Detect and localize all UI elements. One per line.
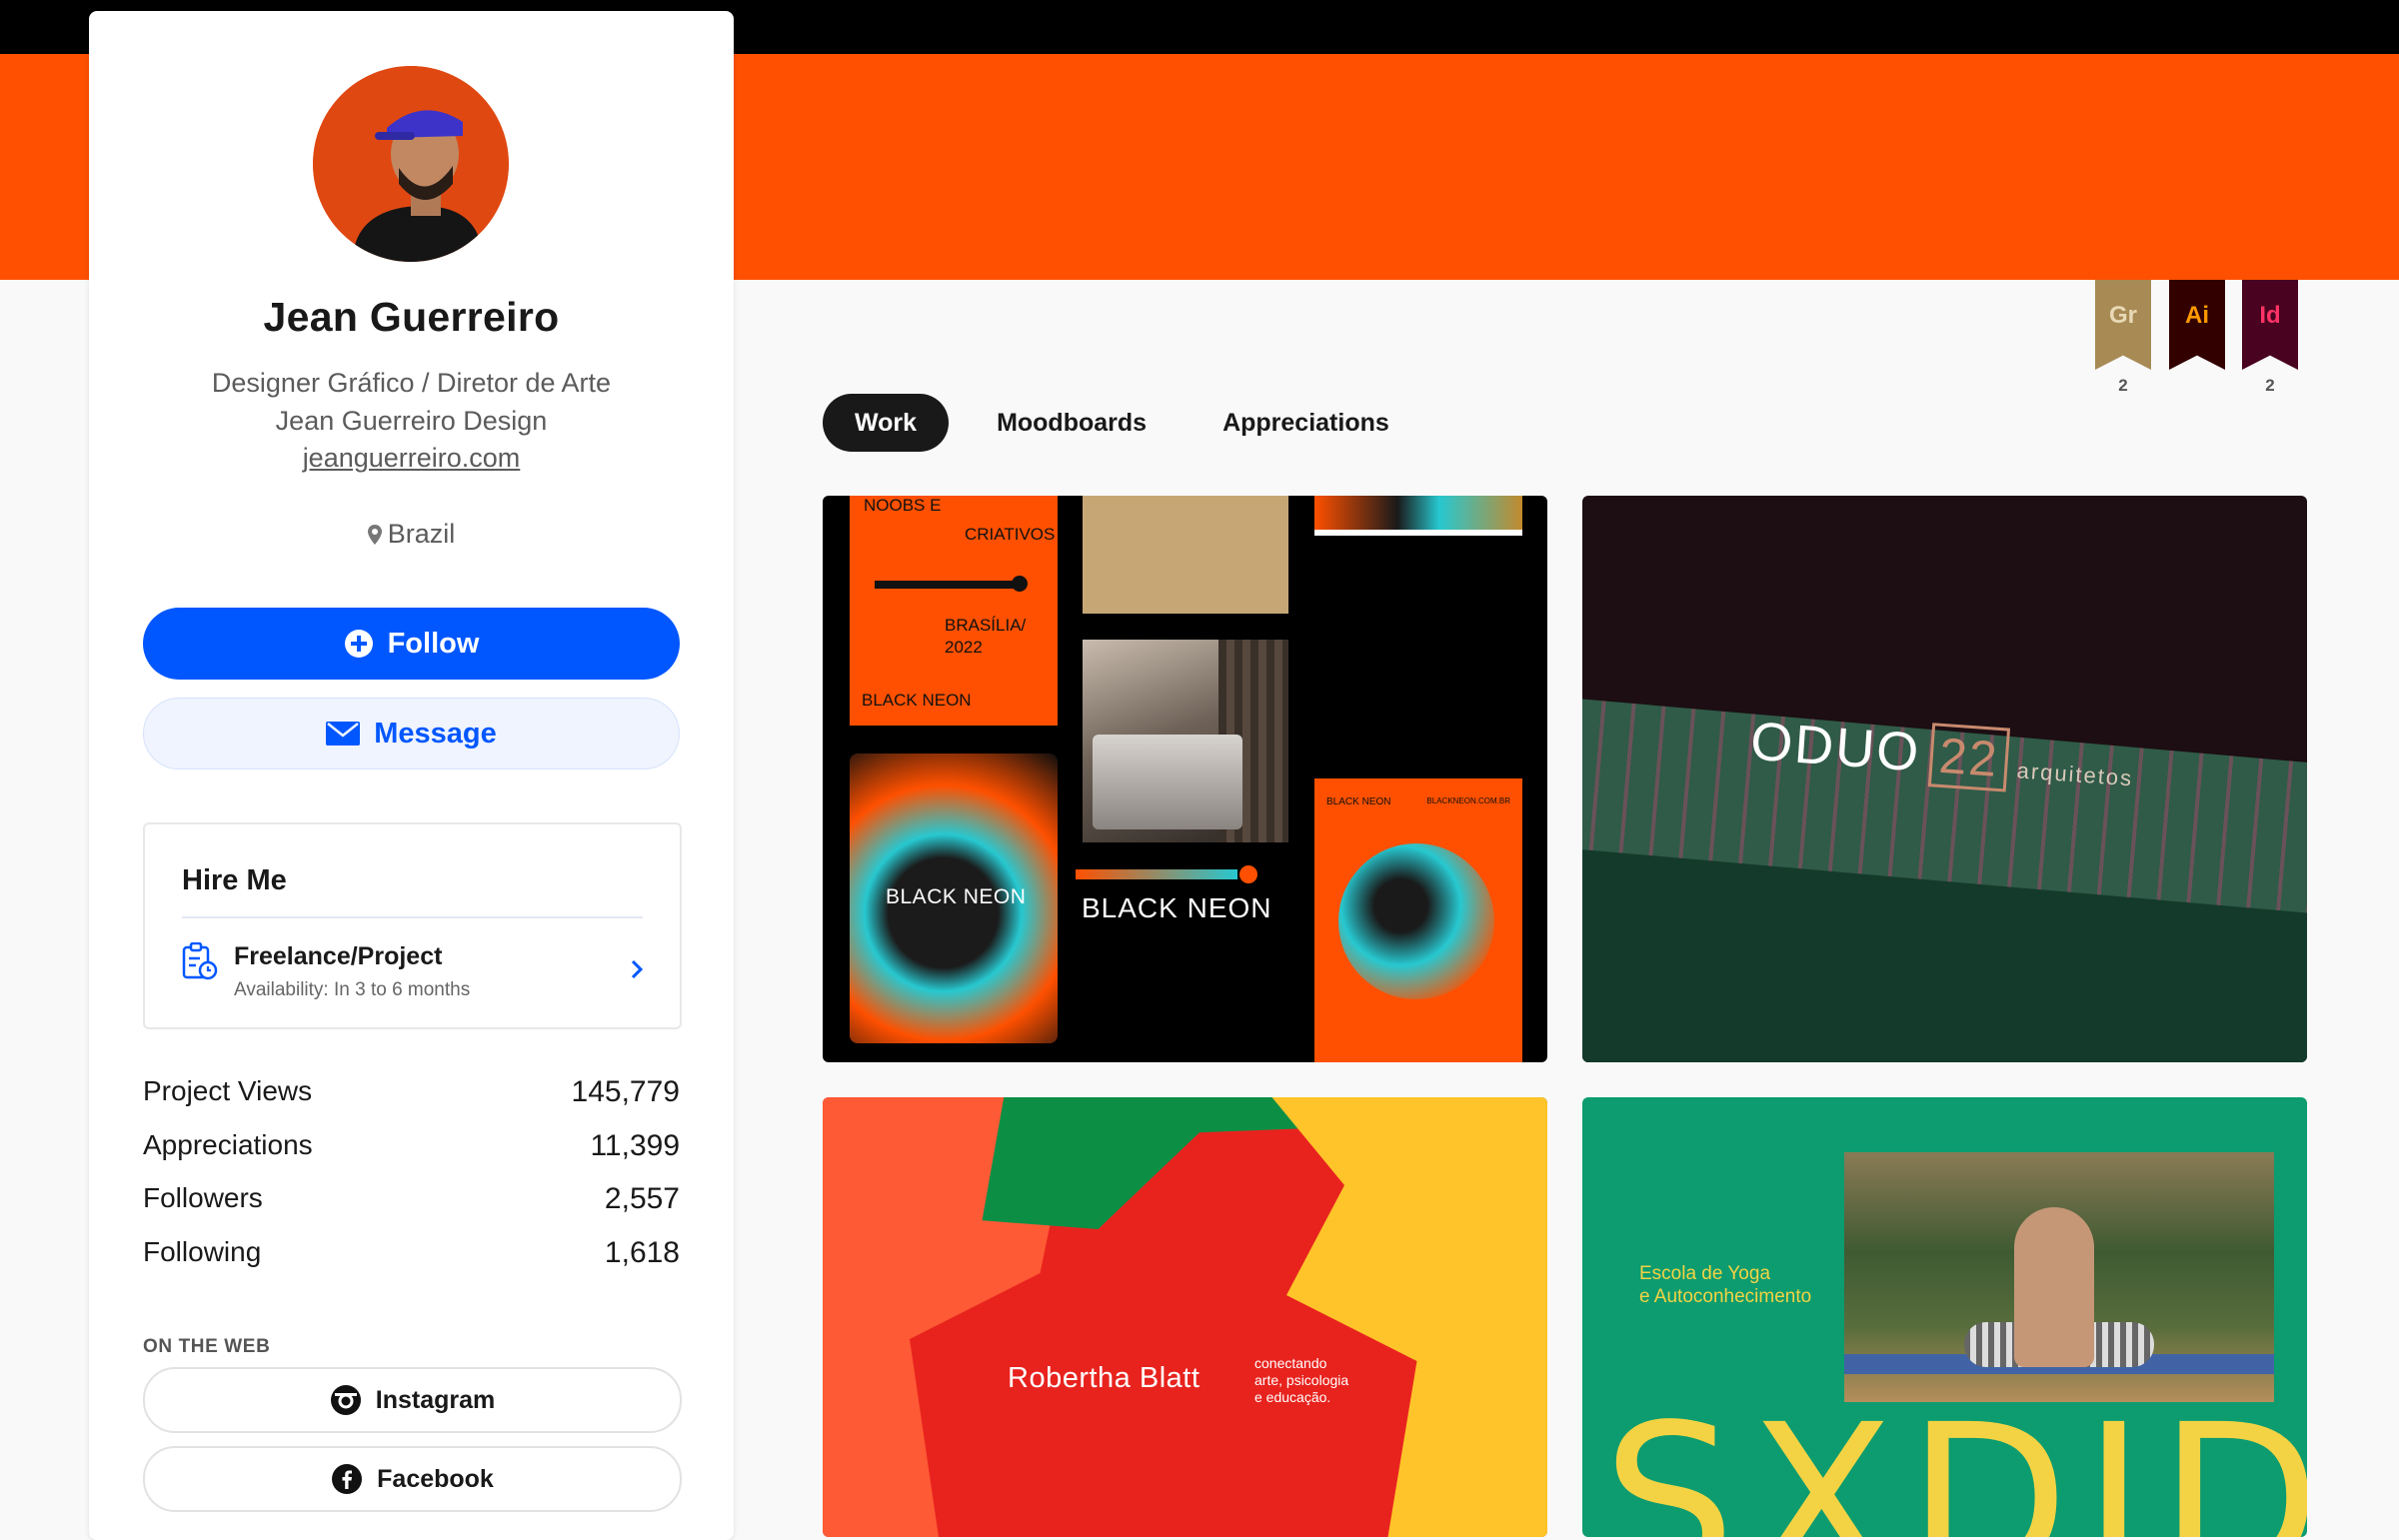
yoga-line: e Autoconhecimento: [1639, 1286, 1812, 1307]
yoga-wordmark: SXDID: [1602, 1379, 2307, 1538]
poster-orange: NOOBS E CRIATIVOS BRASÍLIA/ 2022 BLACK N…: [850, 496, 1058, 726]
bed: [1093, 735, 1242, 829]
yoga-line: Escola de Yoga: [1639, 1263, 1771, 1284]
poster-small-title: BLACK NEON: [1326, 796, 1391, 807]
poster-bar: [875, 581, 1015, 589]
message-button[interactable]: Message: [143, 698, 680, 770]
poster-text: BRASÍLIA/ 2022: [945, 616, 1027, 657]
black-neon-wordmark: BLACK NEON: [1076, 865, 1285, 924]
poster-text: CRIATIVOS: [965, 525, 1056, 544]
badge-ribbon: Id: [2242, 280, 2298, 370]
stat-followers[interactable]: Followers 2,557: [143, 1182, 680, 1236]
stat-appreciations: Appreciations 11,399: [143, 1129, 680, 1183]
profile-stats: Project Views 145,779 Appreciations 11,3…: [143, 1075, 680, 1289]
stat-label: Followers: [143, 1182, 263, 1213]
logo-number: 22: [1927, 723, 2010, 792]
stat-value: 2,557: [604, 1182, 680, 1215]
badge-count: [2169, 376, 2225, 394]
divider: [182, 916, 643, 918]
plus-circle-icon: [344, 630, 373, 658]
project-card-oduo22[interactable]: ODUO 22 arquitetos: [1582, 496, 2307, 1062]
freelance-availability: Availability: In 3 to 6 months: [234, 979, 471, 1000]
badge-graphic-design[interactable]: Gr 2: [2095, 280, 2151, 395]
profile-tabs: Work Moodboards Appreciations: [823, 394, 1427, 452]
badge-illustrator[interactable]: Ai: [2169, 280, 2225, 394]
location-pin-icon: [367, 525, 382, 545]
badge-indesign[interactable]: Id 2: [2242, 280, 2298, 395]
profile-occupation: Designer Gráfico / Diretor de Arte: [211, 368, 612, 398]
logo-brand: ODUO: [1748, 711, 1923, 783]
facebook-label: Facebook: [377, 1464, 494, 1493]
profile-location: Brazil: [89, 519, 734, 550]
gradient-strip: [1314, 496, 1522, 536]
brand-tagline: conectando arte, psicologia e educação.: [1254, 1355, 1348, 1406]
stat-label: Appreciations: [143, 1128, 313, 1160]
location-label: Brazil: [387, 519, 456, 549]
poster-text: BLACK NEON: [862, 691, 972, 710]
poster-orange-circle: BLACK NEON BLACKNEON.COM.BR: [1314, 778, 1522, 1062]
poster-gradient-sphere: BLACK NEON: [850, 754, 1058, 1043]
avatar[interactable]: [313, 66, 509, 262]
website-link[interactable]: jeanguerreiro.com: [303, 443, 521, 473]
profile-name: Jean Guerreiro: [263, 294, 560, 340]
poster-small-url: BLACKNEON.COM.BR: [1426, 796, 1510, 805]
chevron-right-icon: [631, 959, 644, 979]
project-card-robertha-blatt[interactable]: Robertha Blatt conectando arte, psicolog…: [823, 1097, 1547, 1537]
stat-value: 11,399: [590, 1128, 680, 1162]
wordmark-text: BLACK NEON: [1082, 892, 1272, 923]
hire-me-card: Hire Me Freelance/Project Availability: …: [143, 822, 682, 1029]
stat-following[interactable]: Following 1,618: [143, 1236, 680, 1290]
avatar-portrait: [313, 66, 509, 262]
follow-label: Follow: [387, 627, 480, 660]
facebook-link[interactable]: Facebook: [143, 1446, 682, 1512]
project-card-black-neon[interactable]: NOOBS E CRIATIVOS BRASÍLIA/ 2022 BLACK N…: [823, 496, 1547, 1062]
yoga-school-text: Escola de Yoga e Autoconhecimento: [1639, 1262, 1811, 1308]
clipboard-clock-icon: [182, 942, 218, 980]
poster-title: BLACK NEON: [886, 885, 1027, 908]
tagline-line: arte, psicologia: [1254, 1372, 1349, 1388]
tagline-line: e educação.: [1254, 1389, 1331, 1405]
stat-label: Project Views: [143, 1075, 313, 1106]
envelope-icon: [326, 722, 361, 746]
tab-work[interactable]: Work: [823, 394, 950, 452]
on-the-web-heading: ON THE WEB: [143, 1336, 271, 1357]
yoga-photo: [1844, 1152, 2274, 1402]
follow-button[interactable]: Follow: [143, 608, 680, 680]
wordmark-line: [1076, 869, 1237, 879]
facebook-icon: [332, 1464, 363, 1494]
stat-value: 145,779: [571, 1075, 680, 1108]
tab-appreciations[interactable]: Appreciations: [1185, 394, 1427, 452]
yoga-figure: [2014, 1207, 2094, 1367]
tab-moodboards[interactable]: Moodboards: [959, 394, 1185, 452]
stat-value: 1,618: [604, 1235, 680, 1269]
stat-label: Following: [143, 1235, 262, 1267]
freelance-option[interactable]: Freelance/Project Availability: In 3 to …: [182, 936, 650, 1006]
tagline-line: conectando: [1254, 1355, 1327, 1371]
profile-company: Jean Guerreiro Design: [275, 406, 548, 436]
stat-project-views: Project Views 145,779: [143, 1075, 680, 1129]
badge-ribbon: Gr: [2095, 280, 2151, 370]
gradient-circle: [1338, 843, 1494, 999]
instagram-label: Instagram: [375, 1385, 496, 1414]
project-card-yoga[interactable]: Escola de Yoga e Autoconhecimento SXDID: [1582, 1097, 2307, 1537]
tan-swatch: [1083, 496, 1288, 614]
bedroom-photo: [1083, 640, 1288, 842]
poster-text: NOOBS E: [864, 496, 942, 515]
message-label: Message: [374, 717, 497, 750]
badge-count: 2: [2265, 376, 2275, 395]
logo-sub: arquitetos: [2015, 758, 2134, 791]
instagram-link[interactable]: Instagram: [143, 1367, 682, 1433]
brand-name: Robertha Blatt: [1008, 1362, 1200, 1394]
badge-ribbon: Ai: [2169, 280, 2225, 370]
instagram-icon: [330, 1385, 361, 1415]
profile-sidebar: Jean Guerreiro Designer Gráfico / Direto…: [89, 11, 734, 1540]
profile-website: jeanguerreiro.com: [89, 443, 734, 474]
poster-dot: [1012, 576, 1028, 592]
hire-me-title: Hire Me: [182, 864, 287, 896]
badge-count: 2: [2118, 376, 2128, 395]
freelance-title: Freelance/Project: [234, 942, 443, 970]
wordmark-dot: [1239, 865, 1257, 883]
